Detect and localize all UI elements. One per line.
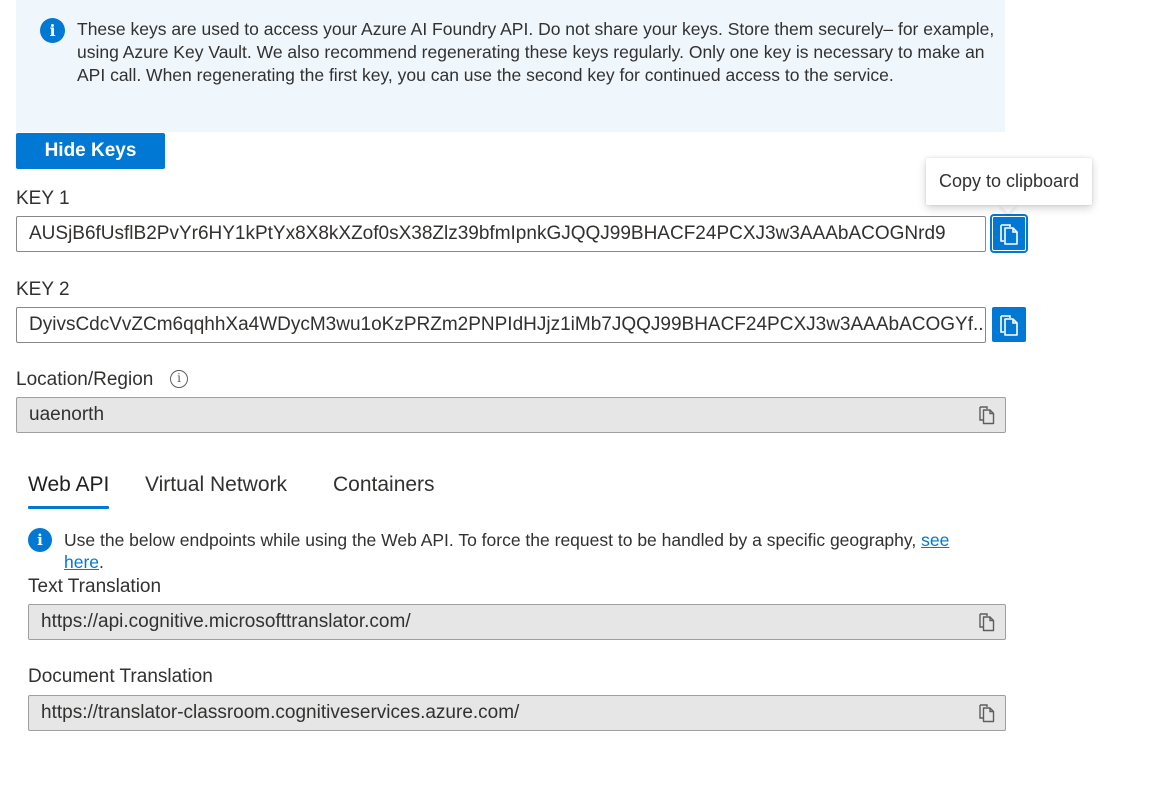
key2-field[interactable]: DyivsCdcVvZCm6qqhhXa4WDycM3wu1oKzPRZm2PN… bbox=[16, 307, 986, 343]
copy-icon bbox=[979, 613, 995, 632]
info-icon: i bbox=[28, 528, 52, 552]
text-translation-copy-button[interactable] bbox=[976, 611, 998, 633]
hide-keys-button[interactable]: Hide Keys bbox=[16, 133, 165, 169]
copy-icon bbox=[1000, 223, 1018, 245]
tab-containers[interactable]: Containers bbox=[333, 472, 435, 498]
text-translation-label: Text Translation bbox=[28, 576, 162, 597]
copy-icon bbox=[1000, 314, 1018, 336]
key1-label: KEY 1 bbox=[16, 188, 70, 209]
info-icon: i bbox=[40, 18, 65, 43]
document-translation-field: https://translator-classroom.cognitivese… bbox=[28, 695, 1006, 731]
web-api-note-text: Use the below endpoints while using the … bbox=[64, 529, 984, 573]
text-translation-field: https://api.cognitive.microsofttranslato… bbox=[28, 604, 1006, 640]
key2-copy-button[interactable] bbox=[992, 307, 1026, 342]
key2-label: KEY 2 bbox=[16, 279, 70, 300]
copy-icon bbox=[979, 406, 995, 425]
copy-icon bbox=[979, 704, 995, 723]
tab-web-api[interactable]: Web API bbox=[28, 472, 109, 498]
key1-field[interactable]: AUSjB6fUsflB2PvYr6HY1kPtYx8X8kXZof0sX38Z… bbox=[16, 216, 986, 252]
note-suffix: . bbox=[99, 552, 104, 572]
copy-tooltip: Copy to clipboard bbox=[926, 158, 1092, 205]
tab-active-indicator bbox=[28, 506, 109, 509]
location-label: Location/Region bbox=[16, 369, 154, 390]
document-translation-label: Document Translation bbox=[28, 666, 213, 687]
document-translation-copy-button[interactable] bbox=[976, 702, 998, 724]
tab-virtual-network[interactable]: Virtual Network bbox=[145, 472, 287, 498]
help-info-icon[interactable]: i bbox=[170, 370, 188, 388]
location-field: uaenorth bbox=[16, 397, 1006, 433]
location-copy-button[interactable] bbox=[976, 404, 998, 426]
info-banner-text: These keys are used to access your Azure… bbox=[77, 19, 995, 85]
info-banner: i These keys are used to access your Azu… bbox=[16, 0, 1005, 132]
key1-copy-button[interactable] bbox=[992, 216, 1026, 251]
note-text: Use the below endpoints while using the … bbox=[64, 530, 917, 550]
